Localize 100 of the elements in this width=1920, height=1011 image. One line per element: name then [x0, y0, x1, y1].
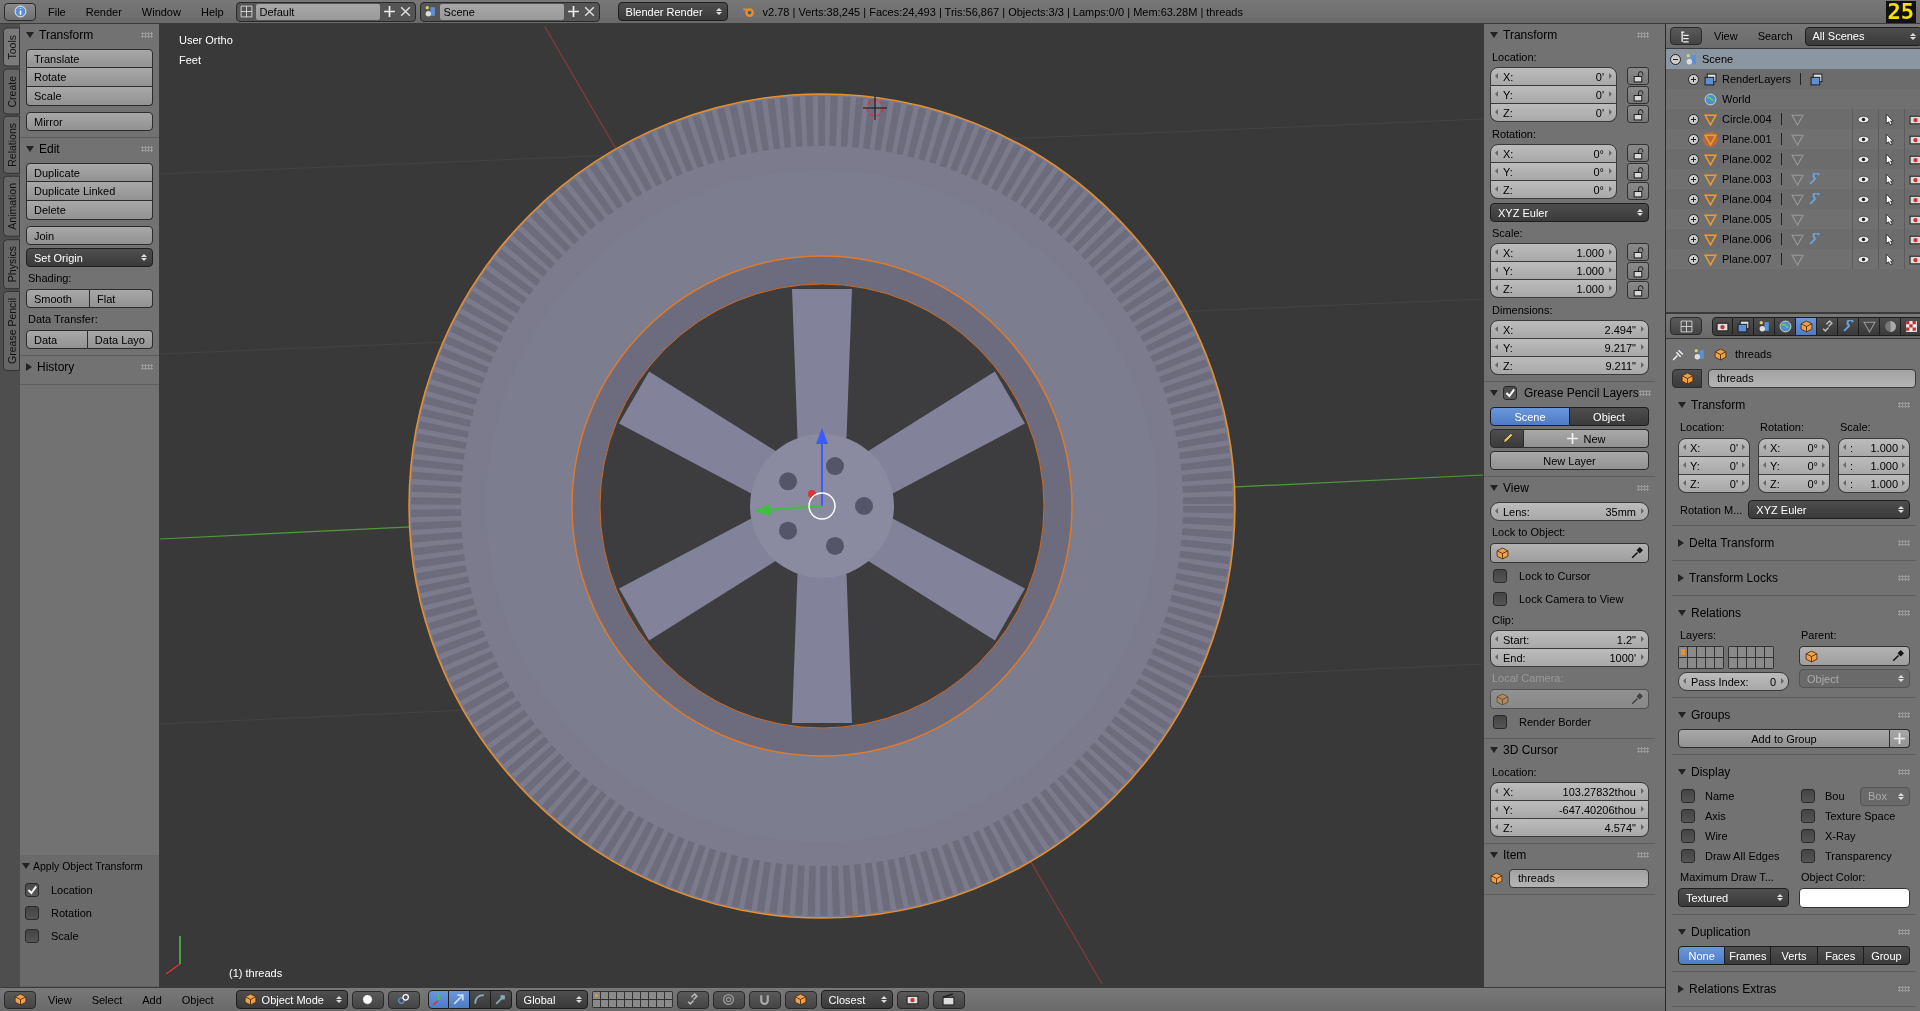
- layout-selector[interactable]: Default: [235, 1, 416, 22]
- orientation-dropdown[interactable]: Global: [515, 990, 588, 1009]
- new-button[interactable]: New: [1524, 429, 1649, 448]
- panel-header[interactable]: Grease Pencil Layers: [1490, 386, 1639, 400]
- outliner-row[interactable]: World: [1666, 89, 1920, 109]
- outliner-row[interactable]: Plane.007: [1666, 249, 1920, 269]
- number-field[interactable]: Z: 1.000: [1490, 280, 1617, 298]
- menu-item[interactable]: File: [40, 1, 74, 22]
- add-to-group-button[interactable]: Add to Group: [1678, 729, 1890, 748]
- tool-button[interactable]: Data Layo: [87, 330, 153, 349]
- segment-button[interactable]: Scene: [1490, 407, 1570, 426]
- panel-header[interactable]: 3D Cursor: [1490, 743, 1637, 757]
- tool-button[interactable]: Mirror: [26, 112, 153, 131]
- snap-target-dropdown[interactable]: Closest: [820, 990, 893, 1009]
- dropdown[interactable]: XYZ Euler: [1490, 203, 1649, 222]
- number-field[interactable]: Y: 1.000: [1490, 262, 1617, 280]
- menu-item[interactable]: Help: [192, 1, 232, 22]
- menu-item[interactable]: Search: [1749, 26, 1801, 46]
- panel-header[interactable]: Delta Transform: [1678, 536, 1898, 550]
- 3d-viewport[interactable]: User Ortho Feet (1) threads: [160, 24, 1483, 987]
- number-field[interactable]: Y: -647.40206thou: [1490, 801, 1649, 819]
- display-mode-dropdown[interactable]: All Scenes: [1804, 26, 1920, 46]
- number-field[interactable]: Z: 0°: [1490, 181, 1617, 199]
- name-field[interactable]: threads: [1509, 869, 1649, 888]
- menu-item[interactable]: View: [1706, 26, 1746, 46]
- outliner-row[interactable]: Plane.005: [1666, 209, 1920, 229]
- number-field[interactable]: Z: 0': [1678, 475, 1750, 493]
- number-field[interactable]: Z: 0°: [1758, 475, 1830, 493]
- number-field[interactable]: Z: 9.211": [1490, 357, 1649, 375]
- panel-header[interactable]: Transform: [1490, 28, 1637, 42]
- tool-button[interactable]: Flat: [90, 289, 153, 308]
- outliner-row[interactable]: Plane.001: [1666, 129, 1920, 149]
- panel-header[interactable]: History: [26, 360, 141, 374]
- number-field[interactable]: X: 0': [1490, 67, 1617, 86]
- scene-selector[interactable]: Scene: [419, 1, 600, 22]
- number-field[interactable]: Pass Index: 0: [1678, 672, 1789, 691]
- tool-button[interactable]: Translate: [26, 49, 153, 68]
- number-field[interactable]: X: 103.27832thou: [1490, 782, 1649, 801]
- panel-header[interactable]: Transform: [26, 28, 141, 42]
- menu-item[interactable]: View: [40, 989, 80, 1010]
- number-field[interactable]: Y: 9.217": [1490, 339, 1649, 357]
- draw-type-dropdown[interactable]: Textured: [1678, 888, 1789, 907]
- tool-button[interactable]: Duplicate Linked: [26, 182, 153, 201]
- number-field[interactable]: Y: 0': [1490, 86, 1617, 104]
- panel-header[interactable]: Edit: [26, 142, 141, 156]
- number-field[interactable]: Z: 4.574": [1490, 819, 1649, 837]
- mode-dropdown[interactable]: Object Mode: [235, 990, 348, 1009]
- menu-item[interactable]: Object: [173, 989, 222, 1010]
- tool-button[interactable]: Delete: [26, 201, 153, 220]
- menu-item[interactable]: Window: [133, 1, 189, 22]
- new-layer-button[interactable]: New Layer: [1490, 451, 1649, 470]
- number-field[interactable]: Lens: 35mm: [1490, 502, 1649, 521]
- number-field[interactable]: End: 1000': [1490, 649, 1649, 667]
- number-field[interactable]: Y: 0°: [1758, 457, 1830, 475]
- panel-header[interactable]: Display: [1678, 765, 1898, 779]
- number-field[interactable]: : 1.000: [1838, 457, 1910, 475]
- number-field[interactable]: X: 0': [1678, 438, 1750, 457]
- panel-header[interactable]: Relations: [1678, 606, 1898, 620]
- outliner-row[interactable]: Plane.003: [1666, 169, 1920, 189]
- tool-button[interactable]: Scale: [26, 87, 153, 106]
- segment-button[interactable]: None: [1678, 946, 1726, 965]
- render-engine-dropdown[interactable]: Blender Render: [617, 2, 728, 21]
- panel-header[interactable]: Item: [1490, 848, 1637, 862]
- tool-button[interactable]: Data: [26, 330, 88, 349]
- tool-button[interactable]: Join: [26, 226, 153, 245]
- object-name-field[interactable]: threads: [1708, 369, 1916, 388]
- rotation-mode-dropdown[interactable]: XYZ Euler: [1748, 500, 1910, 519]
- menu-item[interactable]: Render: [77, 1, 130, 22]
- segment-button[interactable]: Faces: [1817, 946, 1864, 965]
- tool-button[interactable]: Smooth: [26, 289, 90, 308]
- number-field[interactable]: X: 0°: [1490, 144, 1617, 163]
- segment-button[interactable]: Verts: [1771, 946, 1818, 965]
- number-field[interactable]: Y: 0': [1678, 457, 1750, 475]
- outliner-row[interactable]: RenderLayers: [1666, 69, 1920, 89]
- number-field[interactable]: : 1.000: [1838, 438, 1910, 457]
- number-field[interactable]: X: 2.494": [1490, 320, 1649, 339]
- dropdown[interactable]: Set Origin: [26, 248, 153, 267]
- segment-button[interactable]: Object: [1570, 407, 1649, 426]
- panel-header[interactable]: View: [1490, 481, 1637, 495]
- number-field[interactable]: X: 1.000: [1490, 243, 1617, 262]
- menu-item[interactable]: Select: [83, 989, 131, 1010]
- panel-header[interactable]: Transform Locks: [1678, 571, 1898, 585]
- menu-item[interactable]: Add: [134, 989, 170, 1010]
- outliner-row[interactable]: Scene: [1666, 49, 1920, 69]
- panel-header[interactable]: Transform: [1678, 398, 1898, 412]
- panel-header[interactable]: Apply Object Transform: [22, 860, 157, 872]
- panel-header[interactable]: Duplication: [1678, 925, 1898, 939]
- segment-button[interactable]: Group: [1863, 946, 1910, 965]
- segment-button[interactable]: Frames: [1725, 946, 1772, 965]
- number-field[interactable]: X: 0°: [1758, 438, 1830, 457]
- number-field[interactable]: : 1.000: [1838, 475, 1910, 493]
- panel-header[interactable]: Relations Extras: [1678, 982, 1898, 996]
- panel-header[interactable]: Groups: [1678, 708, 1898, 722]
- tool-button[interactable]: Rotate: [26, 68, 153, 87]
- number-field[interactable]: Z: 0': [1490, 104, 1617, 122]
- number-field[interactable]: Y: 0°: [1490, 163, 1617, 181]
- number-field[interactable]: Start: 1.2": [1490, 630, 1649, 649]
- checkbox-label: Lock Camera to View: [1519, 593, 1624, 605]
- tool-button[interactable]: Duplicate: [26, 163, 153, 182]
- tool-tab[interactable]: Tools: [3, 28, 20, 67]
